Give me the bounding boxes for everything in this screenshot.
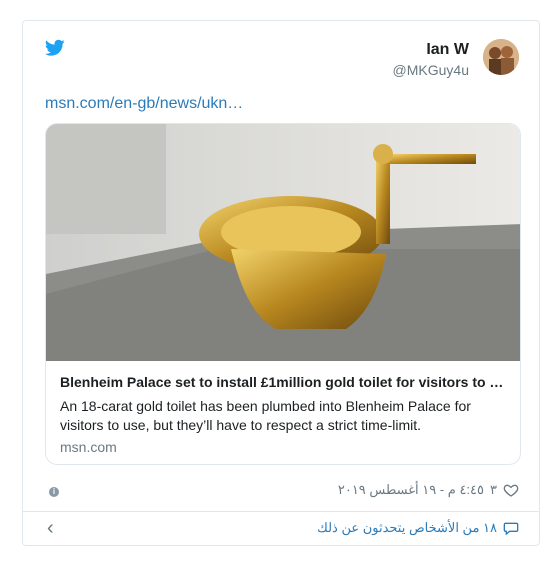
info-icon[interactable]: i — [49, 487, 59, 497]
link-preview-title[interactable]: Blenheim Palace set to install £1million… — [60, 374, 506, 390]
speech-bubble-icon — [503, 522, 519, 536]
divider — [23, 511, 539, 512]
link-preview-card[interactable]: Blenheim Palace set to install £1million… — [45, 123, 521, 465]
heart-icon[interactable] — [503, 482, 519, 498]
link-preview-domain: msn.com — [60, 439, 117, 455]
author-block[interactable]: Ian W @MKGuy4u — [393, 41, 469, 78]
article-image — [46, 124, 520, 361]
link-preview-text: Blenheim Palace set to install £1million… — [60, 374, 506, 455]
timestamp[interactable]: ٤:٤٥ م - ١٩ أغسطس ٢٠١٩ — [338, 482, 484, 498]
tweet-meta: ٣ ٤:٤٥ م - ١٩ أغسطس ٢٠١٩ — [338, 482, 519, 498]
author-handle[interactable]: @MKGuy4u — [393, 62, 469, 78]
like-count[interactable]: ٣ — [490, 482, 497, 498]
avatar[interactable] — [483, 39, 519, 75]
conversation-link[interactable]: ١٨ من الأشخاص يتحدثون عن ذلك — [317, 520, 519, 536]
chevron-left-icon[interactable]: ‹ — [47, 517, 54, 540]
tweet-card: Ian W @MKGuy4u msn.com/en-gb/news/ukn… B… — [22, 20, 540, 546]
article-link[interactable]: msn.com/en-gb/news/ukn… — [45, 95, 243, 113]
link-preview-description: An 18-carat gold toilet has been plumbed… — [60, 398, 471, 433]
author-name[interactable]: Ian W — [393, 41, 469, 59]
twitter-bird-icon[interactable] — [45, 39, 65, 57]
conversation-text[interactable]: ١٨ من الأشخاص يتحدثون عن ذلك — [317, 520, 497, 536]
avatar-image — [483, 39, 519, 75]
